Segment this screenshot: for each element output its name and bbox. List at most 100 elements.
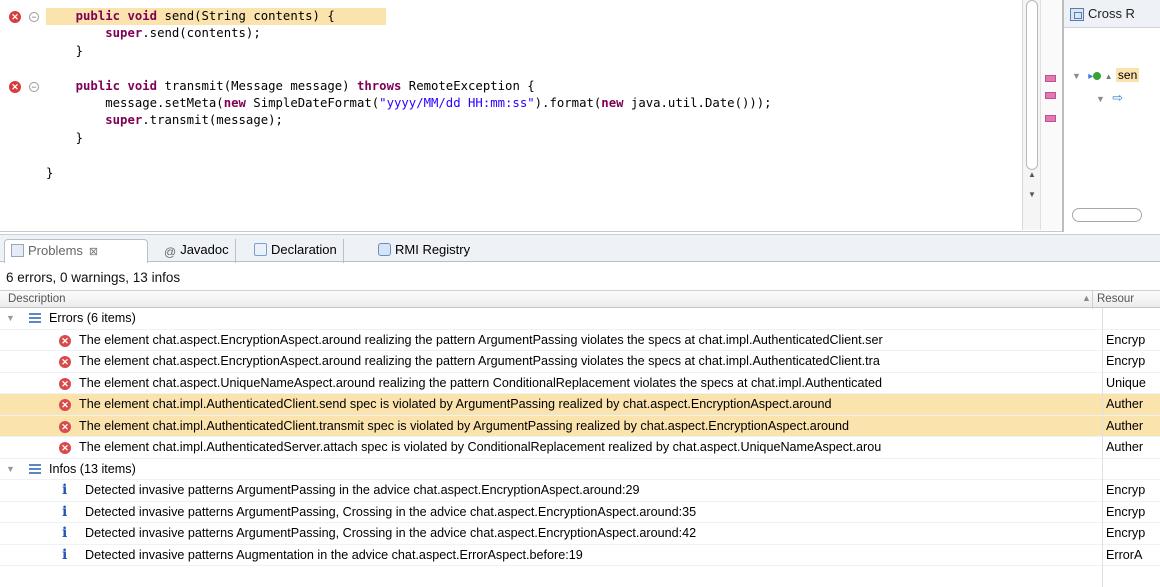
close-icon[interactable]: ⊠	[89, 246, 98, 258]
error-row[interactable]: ✕ The element chat.impl.AuthenticatedClie…	[0, 415, 1160, 437]
info-description: Detected invasive patterns ArgumentPassi…	[85, 483, 640, 497]
tab-javadoc[interactable]: @ Javadoc	[158, 239, 236, 263]
error-description: The element chat.aspect.EncryptionAspect…	[79, 354, 880, 368]
code-text: RemoteException {	[401, 78, 535, 93]
code-line[interactable]: message.setMeta(new SimpleDateFormat("yy…	[46, 95, 772, 112]
tab-label: Javadoc	[180, 242, 229, 257]
editor-scroll-thumb[interactable]	[1026, 0, 1038, 170]
error-row[interactable]: ✕ The element chat.aspect.EncryptionAspec…	[0, 351, 1160, 373]
info-description: Detected invasive patterns ArgumentPassi…	[85, 526, 697, 540]
code-keyword: throws	[356, 78, 402, 93]
xref-tree-item[interactable]: ▼ ▸ ▲ sen	[1072, 68, 1140, 82]
code-text: }	[46, 130, 84, 145]
code-text: SimpleDateFormat(	[245, 96, 380, 110]
tab-problems[interactable]: Problems ⊠	[4, 239, 148, 263]
expand-triangle-icon[interactable]: ▼	[6, 459, 15, 480]
expand-triangle-icon[interactable]: ▼	[1096, 94, 1105, 104]
code-line[interactable]: }	[46, 43, 83, 60]
resource-cell: Auther	[1106, 418, 1144, 433]
info-icon: i	[62, 525, 68, 541]
overview-ruler[interactable]	[1040, 0, 1062, 230]
code-editor[interactable]: ✕ − ✕ − public void send(String contents) {…	[0, 0, 1062, 232]
error-row[interactable]: ✕ The element chat.aspect.EncryptionAspec…	[0, 330, 1160, 351]
info-row[interactable]: i Detected invasive patterns ArgumentPass…	[0, 480, 1160, 502]
error-row[interactable]: ✕ The element chat.impl.AuthenticatedServ…	[0, 437, 1160, 459]
error-icon: ✕	[59, 377, 71, 390]
error-icon: ✕	[59, 356, 71, 368]
code-keyword: public	[75, 9, 121, 23]
sort-ascending-icon: ▲	[1082, 293, 1091, 303]
scroll-up-arrow-icon[interactable]: ▲	[1026, 170, 1038, 180]
editor-vertical-scrollbar[interactable]: ▲ ▼	[1022, 0, 1040, 230]
tab-rmi-registry[interactable]: RMI Registry	[372, 239, 476, 263]
description-cell: i Detected invasive patterns ArgumentPass…	[0, 523, 1102, 544]
overview-error-marker[interactable]	[1045, 115, 1056, 122]
info-icon: i	[62, 503, 68, 520]
code-line[interactable]: public void transmit(Message message) th…	[46, 78, 535, 95]
info-row[interactable]: i Detected invasive patterns Augmentation…	[0, 545, 1160, 566]
public-method-icon	[1093, 71, 1102, 80]
advice-arrow-icon: ⇨	[1112, 90, 1124, 105]
xref-tree-child[interactable]: ▼ ⇨	[1096, 90, 1123, 106]
resource-cell: Encryp	[1106, 332, 1146, 347]
scroll-down-arrow-icon[interactable]: ▼	[1026, 190, 1038, 200]
expand-triangle-icon[interactable]: ▼	[1072, 71, 1081, 81]
code-text: java.util.Date()));	[623, 96, 772, 110]
errors-group-row[interactable]: ▼ Errors (6 items)	[0, 308, 1160, 330]
problems-summary: 6 errors, 0 warnings, 13 infos	[6, 270, 181, 285]
tab-label: RMI Registry	[395, 242, 471, 257]
cross-references-header[interactable]: Cross R	[1064, 0, 1160, 28]
column-description[interactable]: Description	[8, 293, 66, 305]
column-resource[interactable]: Resour	[1097, 293, 1134, 305]
expand-triangle-icon[interactable]: ▼	[6, 308, 15, 329]
code-text: .send(contents);	[142, 26, 261, 41]
code-keyword: public	[75, 78, 121, 93]
xref-horizontal-scrollbar[interactable]	[1072, 208, 1142, 222]
resource-cell: ErrorA	[1106, 547, 1143, 562]
code-area[interactable]: public void send(String contents) { supe…	[46, 0, 1018, 230]
code-line[interactable]: }	[46, 130, 83, 147]
tab-label: Declaration	[271, 242, 337, 257]
collapse-icon[interactable]: −	[29, 12, 39, 22]
info-icon: i	[62, 546, 68, 563]
overview-error-marker[interactable]	[1045, 92, 1056, 99]
code-line[interactable]: super.send(contents);	[46, 25, 261, 42]
code-line[interactable]: public void send(String contents) {	[46, 8, 386, 25]
code-line[interactable]: }	[46, 165, 53, 182]
code-keyword: super	[105, 26, 143, 41]
column-separator	[1102, 308, 1103, 587]
code-keyword: void	[127, 9, 158, 23]
infos-group-row[interactable]: ▼ Infos (13 items)	[0, 459, 1160, 480]
description-cell: i Detected invasive patterns ArgumentPass…	[0, 480, 1102, 501]
group-icon	[29, 313, 41, 324]
cross-references-icon	[1070, 8, 1084, 21]
column-divider[interactable]	[1092, 291, 1093, 309]
info-row[interactable]: i Detected invasive patterns ArgumentPass…	[0, 502, 1160, 523]
info-icon: i	[62, 482, 68, 498]
resource-cell: Encryp	[1106, 504, 1146, 519]
code-line[interactable]: super.transmit(message);	[46, 112, 283, 129]
resource-cell: Auther	[1106, 397, 1144, 411]
group-label: Errors (6 items)	[49, 311, 136, 325]
error-row[interactable]: ✕ The element chat.aspect.UniqueNameAspec…	[0, 373, 1160, 394]
error-marker-icon[interactable]: ✕	[9, 11, 21, 23]
collapse-icon[interactable]: −	[29, 81, 39, 92]
code-text: send(String contents) {	[157, 9, 335, 23]
code-keyword: super	[105, 113, 143, 128]
error-icon: ✕	[59, 442, 71, 454]
resource-cell: Unique	[1106, 375, 1146, 390]
error-marker-icon[interactable]: ✕	[9, 80, 21, 93]
error-row[interactable]: ✕ The element chat.impl.AuthenticatedClie…	[0, 394, 1160, 416]
group-cell: ▼ Errors (6 items)	[0, 308, 1102, 329]
info-row[interactable]: i Detected invasive patterns ArgumentPass…	[0, 523, 1160, 545]
resource-cell: Encryp	[1106, 483, 1146, 497]
description-cell: ✕ The element chat.impl.AuthenticatedClie…	[0, 416, 1102, 437]
description-cell: i Detected invasive patterns ArgumentPass…	[0, 502, 1102, 523]
tab-declaration[interactable]: Declaration	[248, 239, 344, 263]
description-cell: ✕ The element chat.impl.AuthenticatedClie…	[0, 394, 1102, 415]
xref-tree-label[interactable]: sen	[1115, 68, 1140, 82]
code-text: }	[46, 165, 54, 180]
overview-error-marker[interactable]	[1045, 75, 1056, 82]
